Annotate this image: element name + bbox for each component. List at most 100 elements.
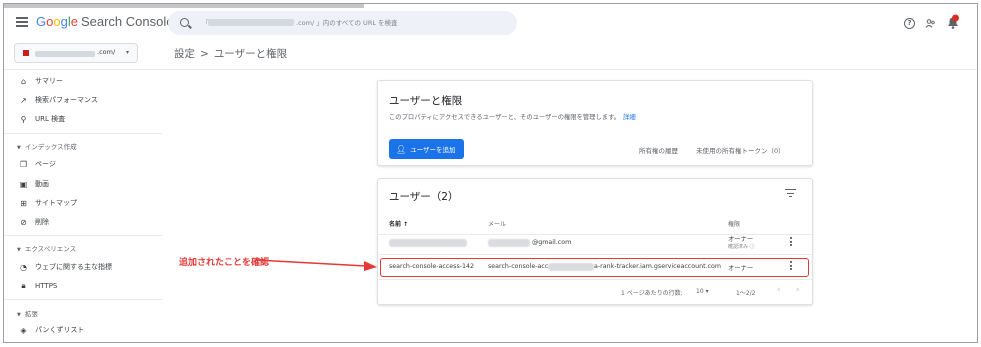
property-domain-suffix: .com/ xyxy=(97,48,116,56)
sidebar-section-enhancements[interactable]: ▼ 拡張 xyxy=(17,308,38,318)
search-icon: ⚲ xyxy=(20,114,27,124)
sidebar-item-sitemaps[interactable]: ⊞ サイトマップ xyxy=(18,198,77,208)
sidebar-section-indexing[interactable]: ▼ インデックス作成 xyxy=(17,141,77,151)
ownership-history-link[interactable]: 所有権の履歴 xyxy=(639,145,678,155)
brand-product: Search Console xyxy=(80,14,174,29)
breadcrumb-icon: ◈ xyxy=(20,325,27,335)
breadcrumb: 設定 > ユーザーと権限 xyxy=(174,46,287,61)
sidebar-item-url-inspection[interactable]: ⚲ URL 検査 xyxy=(18,114,66,124)
chevron-down-icon: ▾ xyxy=(126,49,130,56)
breadcrumb-parent[interactable]: 設定 xyxy=(174,48,195,60)
details-link[interactable]: 詳細 xyxy=(623,114,636,121)
annotation-arrow xyxy=(255,259,377,271)
brand-letter: o xyxy=(53,14,61,29)
sidebar-item-label: 検索パフォーマンス xyxy=(35,96,98,104)
redacted-email xyxy=(488,239,530,247)
card-title: ユーザーと権限 xyxy=(389,95,463,107)
chevron-down-icon: ▼ xyxy=(17,312,21,318)
user-email: @gmail.com xyxy=(532,239,572,246)
sidebar-item-summary[interactable]: ⌂ サマリー xyxy=(18,76,63,86)
row-divider xyxy=(378,254,812,255)
sidebar-item-video[interactable]: ▣ 動画 xyxy=(18,179,49,189)
web-vitals-icon: ◔ xyxy=(20,262,27,272)
property-selector[interactable]: .com/ ▾ xyxy=(14,43,138,63)
sidebar-item-https[interactable]: 🔒︎ HTTPS xyxy=(18,281,57,291)
rows-per-page-select[interactable]: 10 ▾ xyxy=(696,288,709,295)
card-title: ユーザー（2） xyxy=(389,191,459,203)
search-icon xyxy=(180,18,189,27)
section-label: エクスペリエンス xyxy=(24,245,77,253)
video-icon: ▣ xyxy=(19,179,28,189)
url-inspect-search[interactable]: 「 .com/ 」内のすべての URL を検査 xyxy=(168,11,517,35)
sidebar-item-label: サマリー xyxy=(35,77,63,85)
verified-owner-note: 確認済み ⓘ xyxy=(728,244,755,250)
page-range: 1〜2/2 xyxy=(736,290,756,297)
screenshot-frame: Google Search Console 「 .com/ 」内のすべての URL… xyxy=(3,3,978,343)
users-table-card: ユーザー（2） 名前 ↑ メール 権限 @gmail.com オーナー 確認済み… xyxy=(377,178,813,305)
description-text: このプロパティにアクセスできるユーザーと、そのユーザーの権限を管理します。 xyxy=(389,114,621,121)
card-description: このプロパティにアクセスできるユーザーと、そのユーザーの権限を管理します。 詳細 xyxy=(389,112,636,121)
app-header: Google Search Console 「 .com/ 」内のすべての URL… xyxy=(4,8,977,38)
row-divider xyxy=(378,279,812,280)
highlight-box xyxy=(380,258,809,277)
trending-icon: ↗ xyxy=(20,95,27,105)
more-vert-icon[interactable] xyxy=(790,237,793,248)
filter-icon[interactable] xyxy=(785,189,796,199)
sidebar-item-label: ウェブに関する主な指標 xyxy=(35,263,112,271)
brand-letter: g xyxy=(60,14,68,29)
people-icon[interactable] xyxy=(925,18,936,29)
sidebar-section-experience[interactable]: ▼ エクスペリエンス xyxy=(17,243,76,253)
pages-icon: ❐ xyxy=(19,159,28,169)
sidebar-item-label: サイトマップ xyxy=(35,199,77,207)
unused-tokens-link[interactable]: 未使用の所有権トークン（0） xyxy=(696,145,785,155)
redacted-name xyxy=(389,239,467,247)
rows-per-page-value: 10 xyxy=(696,288,704,295)
brand-letter: G xyxy=(36,14,47,29)
search-placeholder: .com/ 」内のすべての URL を検査 xyxy=(296,19,398,27)
sidebar-item-label: URL 検査 xyxy=(35,115,66,123)
section-label: 拡張 xyxy=(24,310,38,318)
sidebar-item-label: 動画 xyxy=(35,180,49,188)
add-user-button[interactable]: 👤︎ ユーザーを追加 xyxy=(389,139,464,159)
column-header-permission: 権限 xyxy=(728,221,741,228)
sidebar-item-removals[interactable]: ⊘ 削除 xyxy=(18,217,49,227)
sidebar-item-label: ページ xyxy=(35,160,56,168)
rows-per-page-label: 1 ページあたりの行数: xyxy=(621,290,683,297)
chevron-down-icon: ▾ xyxy=(705,288,709,295)
redacted-domain xyxy=(35,51,95,57)
prev-page-icon[interactable]: ‹ xyxy=(777,285,781,295)
sidebar-divider xyxy=(4,235,162,236)
help-icon[interactable]: ? xyxy=(904,18,915,29)
sidebar-item-pages[interactable]: ❐ ページ xyxy=(18,159,56,169)
sidebar-item-label: パンくずリスト xyxy=(35,326,85,334)
redacted-domain xyxy=(208,19,294,26)
sidebar-item-label: HTTPS xyxy=(35,282,58,290)
site-favicon xyxy=(23,50,29,56)
home-icon: ⌂ xyxy=(20,76,27,86)
chevron-down-icon: ▼ xyxy=(17,247,21,253)
sidebar-item-core-web-vitals[interactable]: ◔ ウェブに関する主な指標 xyxy=(18,262,112,272)
brand-letter: e xyxy=(70,14,78,29)
column-header-email: メール xyxy=(488,221,507,228)
sidebar-divider xyxy=(4,299,162,300)
sidebar-item-performance[interactable]: ↗ 検索パフォーマンス xyxy=(18,95,98,105)
brand-logo[interactable]: Google Search Console xyxy=(36,14,173,29)
breadcrumb-separator: > xyxy=(200,48,209,60)
lock-icon: 🔒︎ xyxy=(21,281,26,290)
next-page-icon[interactable]: › xyxy=(796,285,800,295)
sidebar-divider xyxy=(4,133,162,134)
section-label: インデックス作成 xyxy=(24,143,77,151)
sidebar-item-breadcrumbs[interactable]: ◈ パンくずリスト xyxy=(18,325,84,335)
chevron-down-icon: ▼ xyxy=(17,145,21,151)
users-permissions-card: ユーザーと権限 このプロパティにアクセスできるユーザーと、そのユーザーの権限を管… xyxy=(377,80,813,166)
column-header-name[interactable]: 名前 ↑ xyxy=(389,219,408,228)
menu-icon[interactable] xyxy=(16,17,28,27)
breadcrumb-divider xyxy=(4,69,977,70)
removals-icon: ⊘ xyxy=(20,217,27,227)
user-permission: オーナー xyxy=(728,236,754,243)
notifications-icon[interactable] xyxy=(946,14,960,30)
add-person-icon: 👤︎ xyxy=(396,144,407,154)
column-label: 名前 xyxy=(389,221,402,228)
breadcrumb-current: ユーザーと権限 xyxy=(213,48,288,60)
add-user-label: ユーザーを追加 xyxy=(410,146,456,154)
